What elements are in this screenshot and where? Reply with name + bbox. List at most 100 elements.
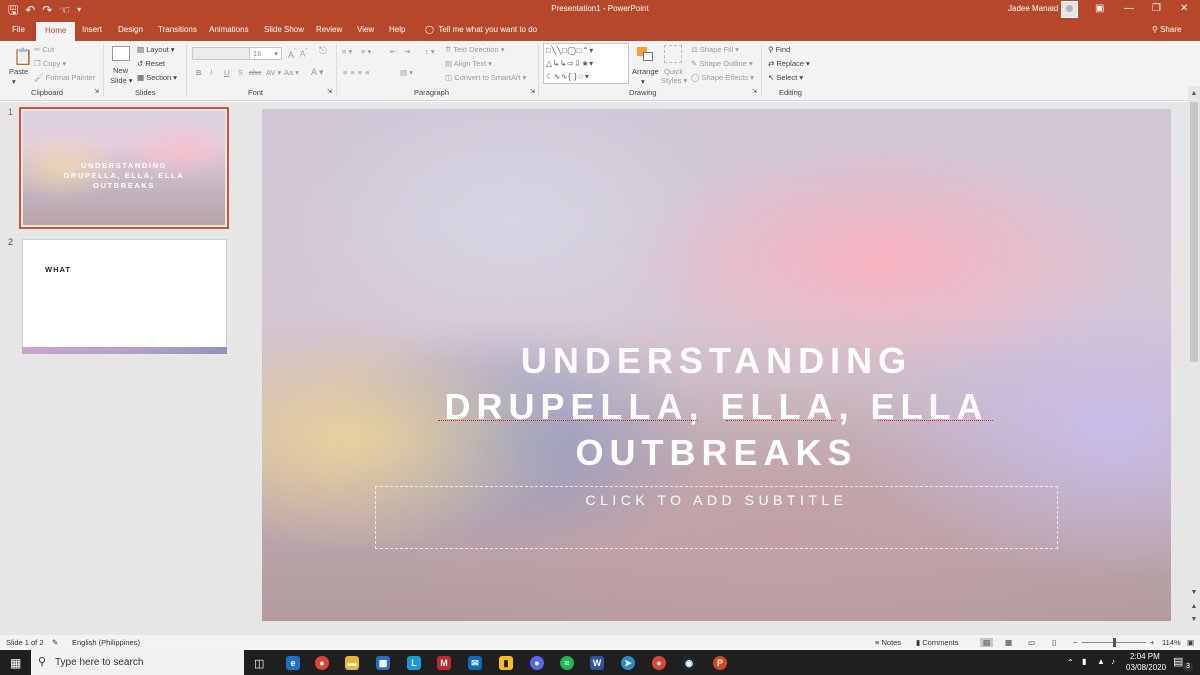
increase-indent-button[interactable]: ⇥ xyxy=(404,47,410,56)
tray-expand-icon[interactable]: ⌃ xyxy=(1067,658,1074,667)
fit-slide-icon[interactable]: ▣ xyxy=(1187,638,1194,647)
chevron-down-icon[interactable]: ▾ xyxy=(12,77,16,86)
l-app-icon[interactable]: L xyxy=(407,656,421,670)
select-button[interactable]: ↖ Select ▾ xyxy=(768,73,803,82)
tab-review[interactable]: Review xyxy=(316,25,342,34)
new-slide-button[interactable]: New xyxy=(113,66,128,75)
shape-fill-button[interactable]: ⚖ Shape Fill ▾ xyxy=(691,45,739,54)
clear-formatting-icon[interactable]: ⎋ xyxy=(319,46,327,57)
tab-home[interactable]: Home xyxy=(36,22,76,41)
reading-view-icon[interactable]: ▭ xyxy=(1028,638,1035,647)
spellcheck-icon[interactable]: ✎ xyxy=(52,638,58,647)
taskbar-search[interactable]: ⚲ Type here to search xyxy=(31,650,244,675)
comments-button[interactable]: ▮ Comments xyxy=(916,638,959,647)
ribbon-display-icon[interactable]: ▣ xyxy=(1095,3,1104,14)
reset-button[interactable]: ↺ Reset xyxy=(137,59,165,68)
section-button[interactable]: ▦ Section ▾ xyxy=(137,73,177,82)
zoom-out-icon[interactable]: − xyxy=(1073,638,1077,647)
word-icon[interactable]: W xyxy=(590,656,604,670)
decrease-indent-button[interactable]: ⇤ xyxy=(390,47,396,56)
bullets-button[interactable]: ≡ ▾ xyxy=(342,47,352,56)
scroll-down-icon[interactable]: ▼ xyxy=(1188,589,1200,596)
language-indicator[interactable]: English (Philippines) xyxy=(72,638,140,647)
chrome-icon[interactable]: ● xyxy=(315,656,329,670)
telegram-icon[interactable]: ➤ xyxy=(621,656,635,670)
shadow-button[interactable]: S xyxy=(238,68,243,77)
zoom-level[interactable]: 114% xyxy=(1162,638,1181,647)
strikethrough-button[interactable]: abc xyxy=(249,68,261,77)
dialog-launcher-icon[interactable]: ⇲ xyxy=(530,88,535,95)
clock-date[interactable]: 03/08/2020 xyxy=(1126,663,1166,672)
chrome-icon[interactable]: ● xyxy=(652,656,666,670)
replace-button[interactable]: ⇄ Replace ▾ xyxy=(768,59,810,68)
restore-icon[interactable]: ❐ xyxy=(1152,3,1161,14)
underline-button[interactable]: U xyxy=(224,68,229,77)
alignment-buttons[interactable]: ≡≡≡≡ xyxy=(343,68,373,77)
shrink-font-button[interactable]: Aˇ xyxy=(300,48,308,59)
zoom-slider-handle[interactable] xyxy=(1113,638,1116,647)
share-button[interactable]: ⚲ Share xyxy=(1152,25,1181,34)
columns-button[interactable]: ▤ ▾ xyxy=(400,68,413,77)
next-slide-icon[interactable]: ▼ xyxy=(1188,616,1200,623)
scroll-up-icon[interactable]: ▲ xyxy=(1188,90,1200,97)
volume-icon[interactable]: ♪ xyxy=(1111,657,1115,666)
slide-title[interactable]: UNDERSTANDING DRUPELLA, ELLA, ELLA OUTBR… xyxy=(262,338,1171,476)
quick-styles-button-line2[interactable]: Styles ▾ xyxy=(661,76,687,85)
find-button[interactable]: ⚲ Find xyxy=(768,45,790,54)
font-size-input[interactable]: 16 ▾ xyxy=(249,47,282,60)
arrange-icon[interactable] xyxy=(635,45,655,63)
dialog-launcher-icon[interactable]: ⇲ xyxy=(752,88,757,95)
tab-transitions[interactable]: Transitions xyxy=(158,25,197,34)
tab-design[interactable]: Design xyxy=(118,25,143,34)
chevron-down-icon[interactable]: ▾ xyxy=(641,77,645,86)
tell-me-search[interactable]: ◯ Tell me what you want to do xyxy=(425,25,537,34)
italic-button[interactable]: I xyxy=(210,68,212,77)
format-painter-button[interactable]: 🖌 Format Painter xyxy=(34,73,95,82)
slideshow-icon[interactable]: ▯ xyxy=(1052,638,1056,647)
tab-animations[interactable]: Animations xyxy=(209,25,249,34)
shape-effects-button[interactable]: ◯ Shape Effects ▾ xyxy=(691,73,754,82)
close-icon[interactable]: ✕ xyxy=(1180,3,1188,14)
grow-font-button[interactable]: Aˆ xyxy=(288,47,297,60)
tab-file[interactable]: File xyxy=(12,25,25,34)
notes-button[interactable]: ≡ Notes xyxy=(875,638,901,647)
edge-icon[interactable]: e xyxy=(286,656,300,670)
character-spacing-button[interactable]: AV ▾ xyxy=(266,68,281,77)
clock-time[interactable]: 2:04 PM xyxy=(1130,652,1160,661)
text-direction-button[interactable]: ⇈ Text Direction ▾ xyxy=(445,45,505,54)
store-icon[interactable]: ▦ xyxy=(376,656,390,670)
new-slide-button-line2[interactable]: Slide ▾ xyxy=(110,76,133,85)
align-text-button[interactable]: ▤ Align Text ▾ xyxy=(445,59,492,68)
font-name-input[interactable] xyxy=(192,47,250,60)
zoom-in-icon[interactable]: + xyxy=(1150,638,1154,647)
numbering-button[interactable]: ≡ ▾ xyxy=(361,47,371,56)
battery-icon[interactable]: ▮ xyxy=(1082,657,1086,666)
network-icon[interactable]: ▲ xyxy=(1097,657,1105,666)
discord-icon[interactable]: ● xyxy=(530,656,544,670)
paste-icon[interactable]: 📋 xyxy=(13,47,33,67)
arrange-button[interactable]: Arrange xyxy=(632,67,659,76)
shape-outline-button[interactable]: ✎ Shape Outline ▾ xyxy=(691,59,753,68)
change-case-button[interactable]: Aa ▾ xyxy=(284,68,299,77)
line-spacing-button[interactable]: ↕ ▾ xyxy=(425,47,435,56)
previous-slide-icon[interactable]: ▲ xyxy=(1188,603,1200,610)
notification-icon[interactable]: ▤ xyxy=(1173,655,1183,668)
dialog-launcher-icon[interactable]: ⇲ xyxy=(327,88,332,95)
mail-icon[interactable]: ✉ xyxy=(468,656,482,670)
layout-button[interactable]: ▤ Layout ▾ xyxy=(137,45,175,54)
slide-thumbnail-2[interactable] xyxy=(22,239,227,354)
spotify-icon[interactable]: ≈ xyxy=(560,656,574,670)
avatar[interactable] xyxy=(1061,1,1078,18)
tab-view[interactable]: View xyxy=(357,25,374,34)
font-color-button[interactable]: A ▾ xyxy=(311,67,324,78)
vertical-scrollbar[interactable]: ▲ ▼ ▲ ▼ xyxy=(1188,86,1200,635)
dialog-launcher-icon[interactable]: ⇲ xyxy=(94,88,99,95)
new-slide-icon[interactable] xyxy=(112,46,130,61)
sticky-notes-icon[interactable]: ▮ xyxy=(499,656,513,670)
convert-smartart-button[interactable]: ◫ Convert to SmartArt ▾ xyxy=(445,73,526,82)
powerpoint-icon[interactable]: P xyxy=(713,656,727,670)
minimize-icon[interactable]: — xyxy=(1124,3,1134,14)
slide-sorter-icon[interactable]: ▦ xyxy=(1005,638,1012,647)
copy-button[interactable]: ❐ Copy ▾ xyxy=(34,59,66,68)
paste-button[interactable]: Paste xyxy=(9,67,28,76)
